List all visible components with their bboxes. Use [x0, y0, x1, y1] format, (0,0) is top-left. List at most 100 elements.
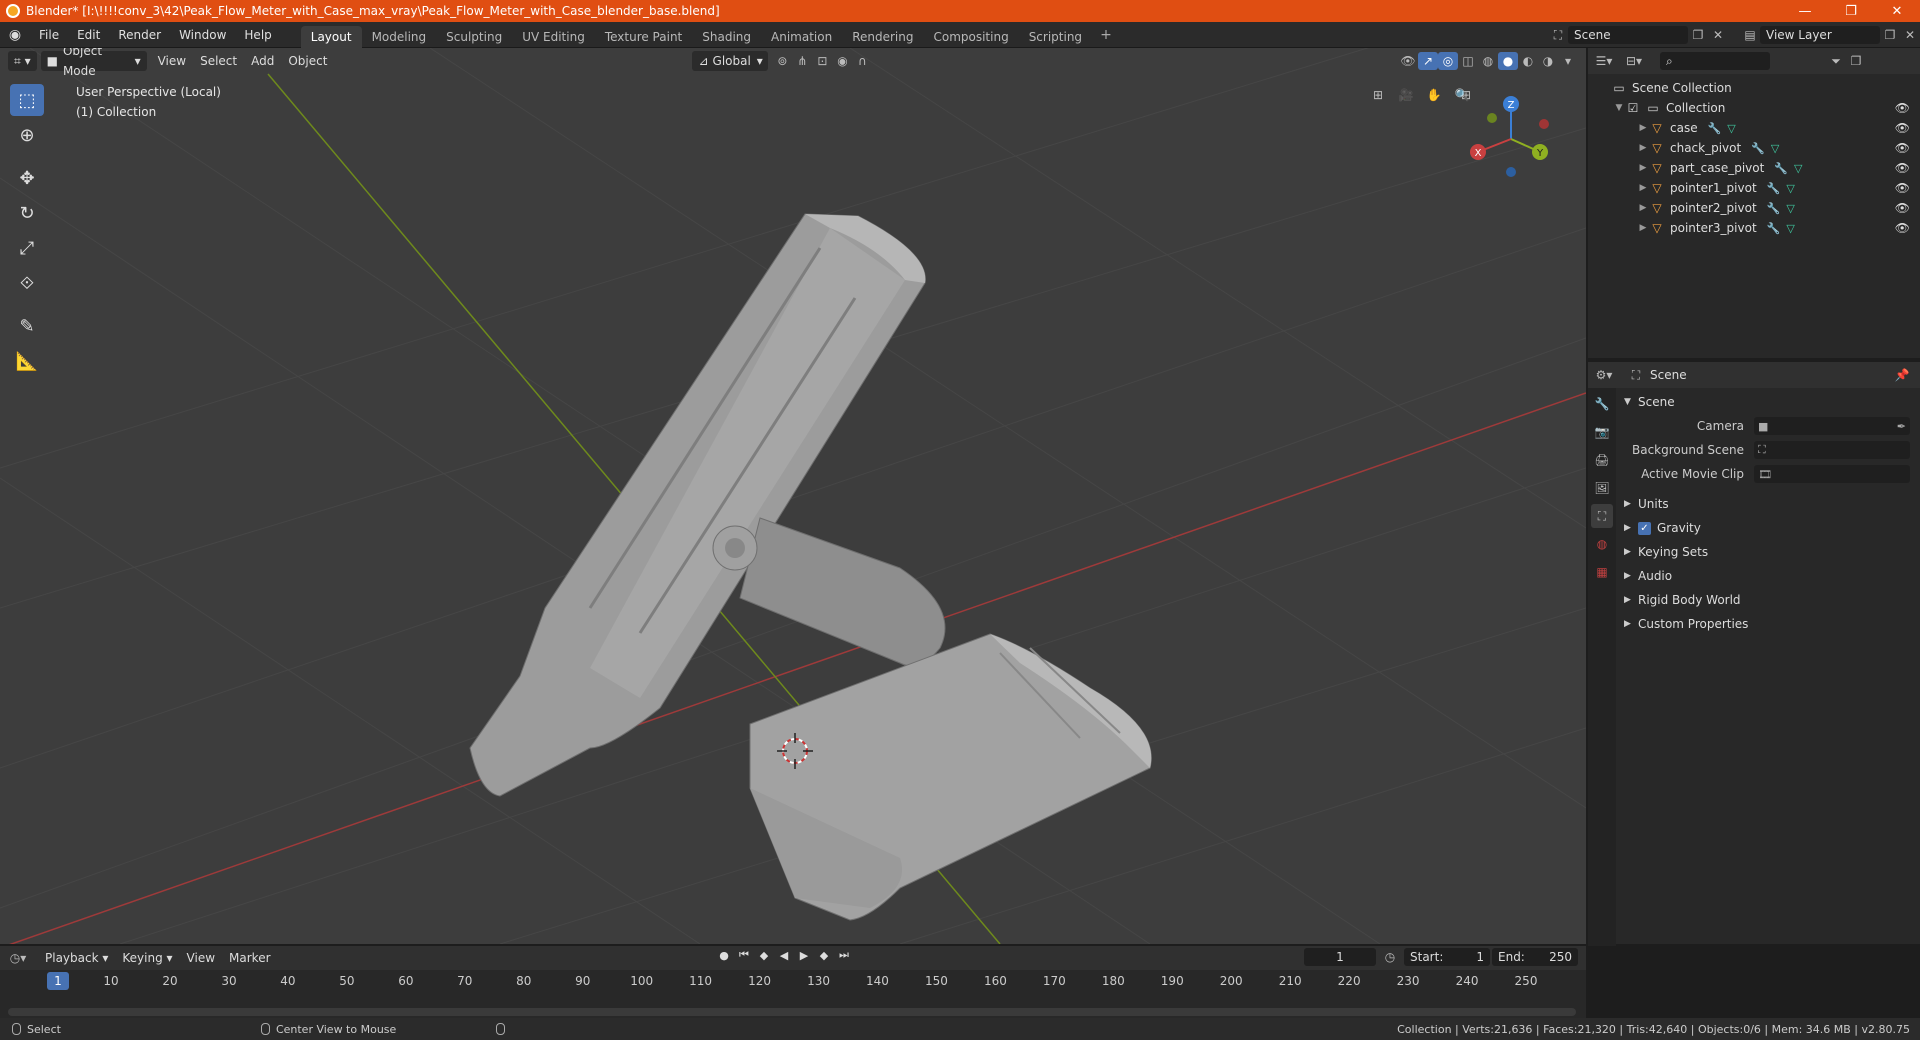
peak-flow-meter-model[interactable]	[469, 213, 1152, 921]
solid-shading-icon[interactable]: ●	[1498, 52, 1518, 70]
delete-scene-icon[interactable]: ✕	[1708, 26, 1728, 44]
tab-uv-editing[interactable]: UV Editing	[512, 26, 595, 48]
wireframe-shading-icon[interactable]: ◍	[1478, 52, 1498, 70]
visibility-eye-icon[interactable]: 👁	[1895, 181, 1910, 195]
pin-icon[interactable]: 📌	[1892, 366, 1912, 384]
minimize-button[interactable]: —	[1782, 0, 1828, 22]
expand-arrow-icon[interactable]: ▼	[1612, 103, 1626, 113]
scene-collection-row[interactable]: ▭ Scene Collection	[1588, 78, 1920, 98]
jump-start-icon[interactable]: ⏮	[734, 948, 754, 962]
view-layer-icon[interactable]: ▤	[1740, 26, 1760, 44]
tab-texture-paint[interactable]: Texture Paint	[595, 26, 692, 48]
visibility-eye-icon[interactable]: 👁	[1895, 201, 1910, 215]
camera-field[interactable]: ■ ✒	[1754, 417, 1910, 435]
camera-view-icon[interactable]: 🎥	[1392, 86, 1420, 104]
timeline-menu-marker[interactable]: Marker	[222, 948, 277, 968]
expand-arrow-icon[interactable]: ▶	[1636, 183, 1650, 193]
menu-edit[interactable]: Edit	[68, 22, 109, 48]
timeline-menu-playback[interactable]: Playback ▾	[38, 948, 115, 968]
scene-tab-icon[interactable]: ⛶	[1591, 504, 1613, 528]
delete-view-layer-icon[interactable]: ✕	[1900, 26, 1920, 44]
tab-modeling[interactable]: Modeling	[362, 26, 437, 48]
visibility-icon[interactable]: 👁	[1398, 52, 1418, 70]
world-tab-icon[interactable]: ◍	[1591, 532, 1613, 556]
tool-tab-icon[interactable]: 🔧	[1591, 392, 1613, 416]
menu-help[interactable]: Help	[235, 22, 280, 48]
checkbox-icon[interactable]: ☑	[1626, 101, 1640, 115]
close-button[interactable]: ✕	[1874, 0, 1920, 22]
shading-options-icon[interactable]: ▾	[1558, 52, 1578, 70]
rigid-body-world-panel-header[interactable]: ▶ Rigid Body World	[1618, 588, 1916, 612]
filter-icon[interactable]: ⏷	[1826, 52, 1846, 70]
snap-element-icon[interactable]: ⊡	[812, 52, 832, 70]
move-tool-icon[interactable]: ✥	[10, 162, 44, 194]
clock-icon[interactable]: ◷	[1380, 948, 1400, 966]
gravity-checkbox[interactable]: ✓	[1638, 521, 1651, 535]
display-mode-icon[interactable]: ⊟▾	[1624, 52, 1644, 70]
eyedropper-icon[interactable]: ✒	[1897, 420, 1906, 433]
scene-type-icon[interactable]: ⛶	[1548, 26, 1568, 44]
tab-shading[interactable]: Shading	[692, 26, 761, 48]
play-icon[interactable]: ▶	[794, 949, 814, 962]
transform-tool-icon[interactable]: ⟐	[10, 267, 44, 299]
outliner-item-chack-pivot[interactable]: ▶ ▽ chack_pivot 🔧 ▽ 👁	[1588, 138, 1920, 158]
view-layer-tab-icon[interactable]: 🖼	[1591, 476, 1613, 500]
editor-type-button[interactable]: ⌗ ▾	[8, 51, 37, 71]
tab-rendering[interactable]: Rendering	[842, 26, 923, 48]
playhead[interactable]: 1	[47, 972, 69, 990]
pivot-point-icon[interactable]: ⊚	[772, 52, 792, 70]
outliner-item-pointer3-pivot[interactable]: ▶ ▽ pointer3_pivot 🔧 ▽ 👁	[1588, 218, 1920, 238]
expand-arrow-icon[interactable]: ▶	[1636, 203, 1650, 213]
timeline-menu-view[interactable]: View	[180, 948, 222, 968]
xray-toggle-icon[interactable]: ◫	[1458, 52, 1478, 70]
play-reverse-icon[interactable]: ◀	[774, 949, 794, 962]
rendered-shading-icon[interactable]: ◑	[1538, 52, 1558, 70]
view-layer-selector[interactable]: View Layer	[1760, 26, 1880, 44]
visibility-eye-icon[interactable]: 👁	[1895, 161, 1910, 175]
falloff-icon[interactable]: ∩	[852, 52, 872, 70]
toggle-grid-icon[interactable]: ⊞	[1364, 86, 1392, 104]
overlay-toggle-icon[interactable]: ◎	[1438, 52, 1458, 70]
custom-properties-panel-header[interactable]: ▶ Custom Properties	[1618, 612, 1916, 636]
material-shading-icon[interactable]: ◐	[1518, 52, 1538, 70]
outliner-item-part-case-pivot[interactable]: ▶ ▽ part_case_pivot 🔧 ▽ 👁	[1588, 158, 1920, 178]
restore-button[interactable]: ❐	[1828, 0, 1874, 22]
end-frame-field[interactable]: End: 250	[1492, 948, 1578, 966]
blender-menu-icon[interactable]: ◉	[0, 27, 30, 43]
tab-layout[interactable]: Layout	[300, 25, 362, 48]
tab-sculpting[interactable]: Sculpting	[436, 26, 512, 48]
proportional-edit-icon[interactable]: ◉	[832, 52, 852, 70]
jump-end-icon[interactable]: ⏭	[834, 948, 854, 962]
visibility-eye-icon[interactable]: 👁	[1895, 221, 1910, 235]
timeline-scrollbar[interactable]	[8, 1008, 1576, 1016]
record-icon[interactable]: ●	[714, 949, 734, 962]
output-tab-icon[interactable]: 🖨	[1591, 448, 1613, 472]
new-collection-icon[interactable]: ❐	[1846, 52, 1866, 70]
expand-arrow-icon[interactable]: ▶	[1636, 223, 1650, 233]
properties-editor-icon[interactable]: ⚙▾	[1594, 366, 1614, 384]
pan-hand-icon[interactable]: ✋	[1420, 86, 1448, 104]
transform-orientation-dropdown[interactable]: ⊿ Global ▾	[692, 51, 769, 71]
menu-window[interactable]: Window	[170, 22, 235, 48]
new-view-layer-icon[interactable]: ❐	[1880, 26, 1900, 44]
next-keyframe-icon[interactable]: ◆	[814, 949, 834, 962]
tab-compositing[interactable]: Compositing	[923, 26, 1018, 48]
collection-row[interactable]: ▼ ☑ ▭ Collection 👁	[1588, 98, 1920, 118]
keying-sets-panel-header[interactable]: ▶ Keying Sets	[1618, 540, 1916, 564]
scale-tool-icon[interactable]: ⤢	[10, 232, 44, 264]
snap-icon[interactable]: ⋔	[792, 52, 812, 70]
select-box-tool-icon[interactable]: ⬚	[10, 84, 44, 116]
3d-viewport[interactable]: ⌗ ▾ ■ Object Mode ▾ View Select Add Obje…	[0, 48, 1586, 944]
measure-tool-icon[interactable]: 📐	[10, 345, 44, 377]
active-movie-clip-field[interactable]: 🎞	[1754, 465, 1910, 483]
outliner-search-input[interactable]: ⌕	[1660, 52, 1770, 70]
tab-animation[interactable]: Animation	[761, 26, 842, 48]
visibility-eye-icon[interactable]: 👁	[1895, 121, 1910, 135]
viewport-menu-add[interactable]: Add	[244, 51, 281, 71]
timeline-menu-keying[interactable]: Keying ▾	[115, 948, 179, 968]
menu-file[interactable]: File	[30, 22, 68, 48]
expand-arrow-icon[interactable]: ▶	[1636, 143, 1650, 153]
add-workspace-icon[interactable]: +	[1092, 27, 1120, 43]
viewport-menu-select[interactable]: Select	[193, 51, 244, 71]
timeline-ruler[interactable]: 1102030405060708090100110120130140150160…	[0, 970, 1586, 994]
